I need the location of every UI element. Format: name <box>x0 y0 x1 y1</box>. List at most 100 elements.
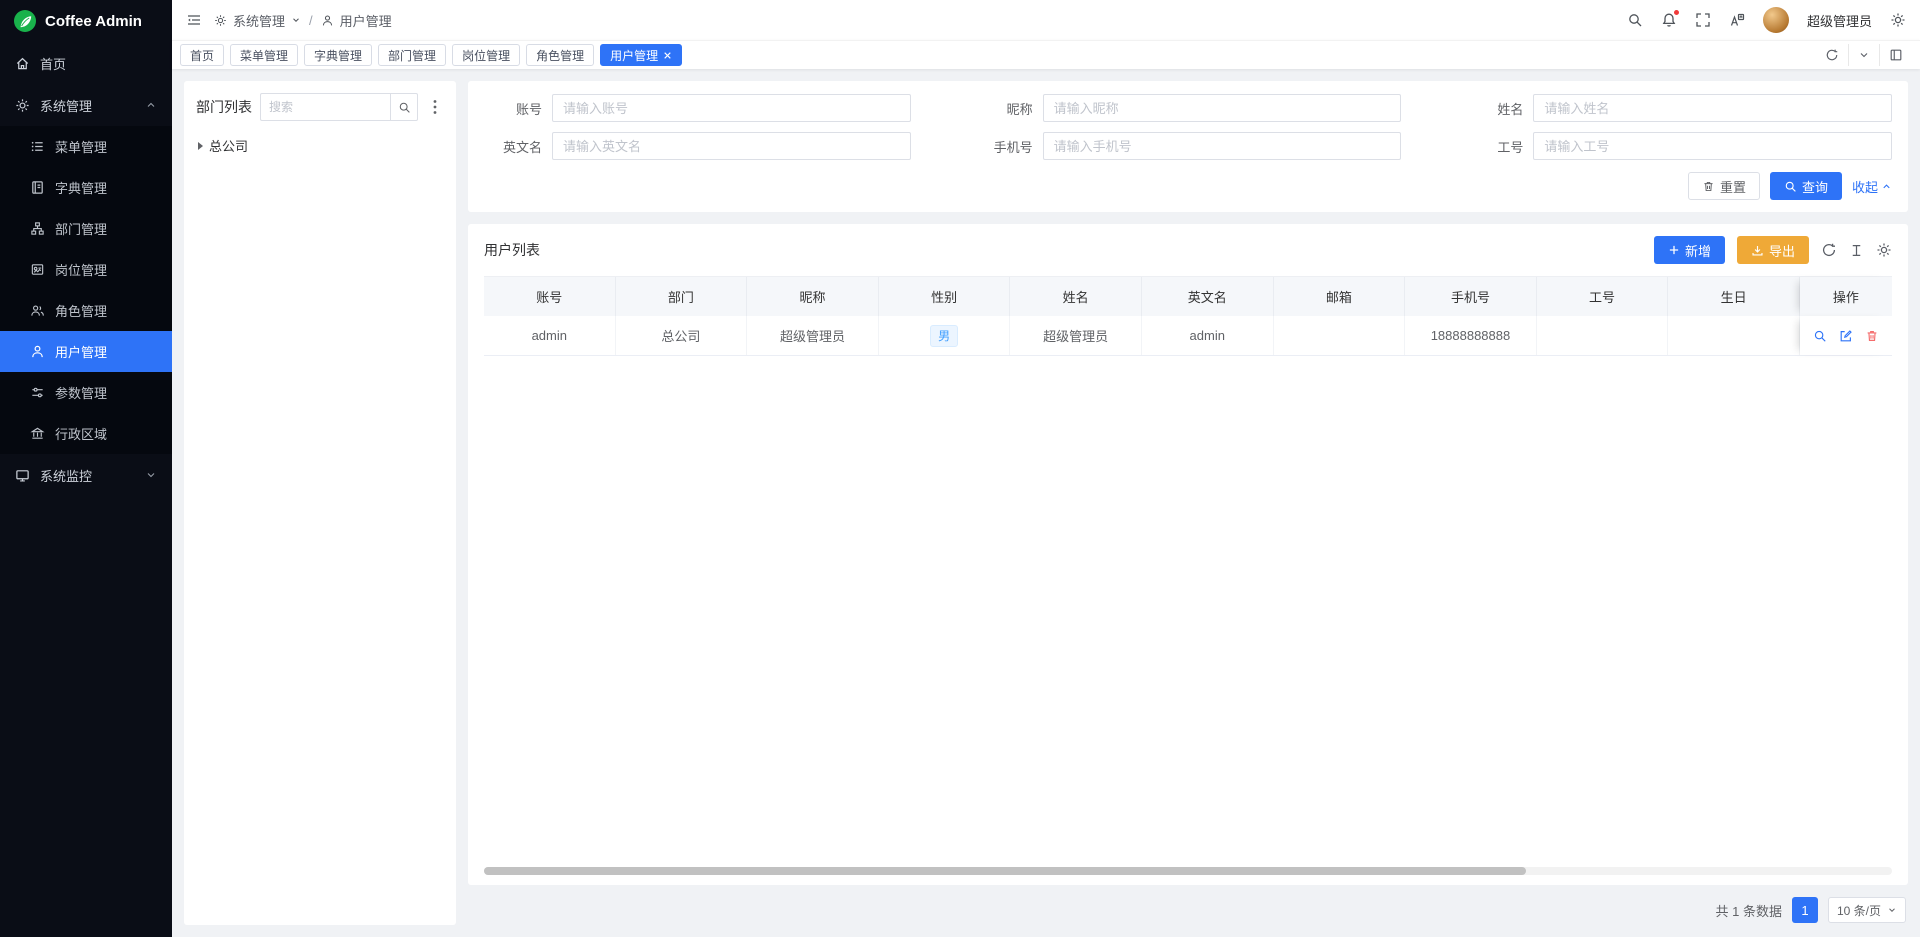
current-user-name[interactable]: 超级管理员 <box>1807 11 1872 30</box>
sidebar-item-admin-region[interactable]: 行政区域 <box>0 413 172 454</box>
sidebar-fold-icon[interactable] <box>186 12 202 28</box>
department-search-input[interactable] <box>260 93 390 121</box>
sidebar-item-role-management[interactable]: 角色管理 <box>0 290 172 331</box>
tab-post-management[interactable]: 岗位管理 <box>452 44 520 66</box>
pagination: 共 1 条数据 1 10 条/页 <box>468 897 1908 925</box>
reset-button[interactable]: 重置 <box>1688 172 1760 200</box>
field-label: 姓名 <box>1465 99 1523 118</box>
name-input[interactable] <box>1533 94 1892 122</box>
column-header: 部门 <box>616 277 748 316</box>
tab-label: 菜单管理 <box>240 47 288 64</box>
tab-label: 部门管理 <box>388 47 436 64</box>
tree-node-head-office[interactable]: 总公司 <box>196 133 444 158</box>
view-icon[interactable] <box>1813 329 1827 343</box>
tab-label: 角色管理 <box>536 47 584 64</box>
horizontal-scrollbar <box>484 867 1892 875</box>
department-search <box>260 93 418 121</box>
column-header: 手机号 <box>1405 277 1537 316</box>
table-row[interactable]: admin 总公司 超级管理员 男 超级管理员 admin 1888888888… <box>484 316 1892 356</box>
tab-user-management[interactable]: 用户管理 <box>600 44 682 66</box>
sidebar-item-label: 角色管理 <box>55 301 107 320</box>
row-density-icon[interactable] <box>1849 243 1864 258</box>
sidebar-item-system-monitor[interactable]: 系统监控 <box>0 454 172 496</box>
sidebar-item-menu-management[interactable]: 菜单管理 <box>0 126 172 167</box>
search-icon[interactable] <box>1627 12 1643 28</box>
chevron-up-icon <box>145 99 157 111</box>
cell-name: 超级管理员 <box>1010 316 1142 355</box>
column-header-actions: 操作 <box>1800 277 1892 316</box>
tab-label: 首页 <box>190 47 214 64</box>
notifications-bell-icon[interactable] <box>1661 12 1677 28</box>
cell-english-name: admin <box>1142 316 1274 355</box>
tab-label: 用户管理 <box>610 47 658 64</box>
sidebar-item-user-management[interactable]: 用户管理 <box>0 331 172 372</box>
tab-menu-management[interactable]: 菜单管理 <box>230 44 298 66</box>
tabs-chevron-down-icon[interactable] <box>1848 44 1879 66</box>
sidebar-item-home[interactable]: 首页 <box>0 42 172 84</box>
filter-field-phone: 手机号 <box>975 132 1402 160</box>
close-icon[interactable] <box>663 51 672 60</box>
refresh-icon[interactable] <box>1816 44 1848 66</box>
collapse-filters-link[interactable]: 收起 <box>1852 177 1892 196</box>
translate-icon[interactable] <box>1729 12 1745 28</box>
fullscreen-icon[interactable] <box>1695 12 1711 28</box>
cell-nickname: 超级管理员 <box>747 316 879 355</box>
department-search-button[interactable] <box>390 93 418 121</box>
filter-field-name: 姓名 <box>1465 94 1892 122</box>
search-button-label: 查询 <box>1802 177 1828 196</box>
tab-dict-management[interactable]: 字典管理 <box>304 44 372 66</box>
sidebar-item-label: 菜单管理 <box>55 137 107 156</box>
sidebar-item-dict-management[interactable]: 字典管理 <box>0 167 172 208</box>
job-number-input[interactable] <box>1533 132 1892 160</box>
add-user-button[interactable]: 新增 <box>1654 236 1725 264</box>
chevron-down-icon <box>291 15 301 25</box>
user-table-card: 用户列表 新增 导出 <box>468 224 1908 885</box>
delete-icon[interactable] <box>1865 329 1879 343</box>
column-settings-gear-icon[interactable] <box>1876 242 1892 258</box>
filter-field-job-number: 工号 <box>1465 132 1892 160</box>
field-label: 英文名 <box>484 137 542 156</box>
layout-icon[interactable] <box>1879 44 1912 66</box>
page-number-button[interactable]: 1 <box>1792 897 1818 923</box>
search-button[interactable]: 查询 <box>1770 172 1842 200</box>
sidebar-item-param-management[interactable]: 参数管理 <box>0 372 172 413</box>
account-input[interactable] <box>552 94 911 122</box>
filter-field-account: 账号 <box>484 94 911 122</box>
table-header-row: 账号 部门 昵称 性别 姓名 英文名 邮箱 手机号 工号 生日 操作 <box>484 276 1892 316</box>
nickname-input[interactable] <box>1043 94 1402 122</box>
download-icon <box>1751 244 1764 257</box>
app-root: Coffee Admin 首页 系统管理 菜单管理 字典管理 部门管理 <box>0 0 1920 937</box>
sliders-icon <box>30 385 45 400</box>
page-size-select[interactable]: 10 条/页 <box>1828 897 1906 923</box>
content-area: 部门列表 总公司 账号 <box>172 69 1920 937</box>
tab-label: 字典管理 <box>314 47 362 64</box>
edit-icon[interactable] <box>1839 329 1853 343</box>
avatar[interactable] <box>1763 7 1789 33</box>
filter-field-nickname: 昵称 <box>975 94 1402 122</box>
tab-dept-management[interactable]: 部门管理 <box>378 44 446 66</box>
refresh-icon[interactable] <box>1821 242 1837 258</box>
table-title: 用户列表 <box>484 240 540 260</box>
english-name-input[interactable] <box>552 132 911 160</box>
sidebar-item-system-management[interactable]: 系统管理 <box>0 84 172 126</box>
sidebar-item-post-management[interactable]: 岗位管理 <box>0 249 172 290</box>
breadcrumb-item[interactable]: 系统管理 <box>233 11 285 30</box>
sidebar-item-label: 字典管理 <box>55 178 107 197</box>
book-icon <box>30 180 45 195</box>
tab-role-management[interactable]: 角色管理 <box>526 44 594 66</box>
more-options-icon[interactable] <box>426 99 444 115</box>
field-label: 手机号 <box>975 137 1033 156</box>
settings-gear-icon[interactable] <box>1890 12 1906 28</box>
breadcrumb-item: 用户管理 <box>340 11 392 30</box>
tab-home[interactable]: 首页 <box>180 44 224 66</box>
column-header: 姓名 <box>1010 277 1142 316</box>
scrollbar-thumb[interactable] <box>484 867 1526 875</box>
department-panel-title: 部门列表 <box>196 97 252 117</box>
sidebar-item-dept-management[interactable]: 部门管理 <box>0 208 172 249</box>
caret-right-icon[interactable] <box>198 142 203 150</box>
phone-input[interactable] <box>1043 132 1402 160</box>
sidebar-item-label: 部门管理 <box>55 219 107 238</box>
notification-badge <box>1673 9 1680 16</box>
filter-grid: 账号 昵称 姓名 英文名 <box>484 94 1892 160</box>
export-button[interactable]: 导出 <box>1737 236 1809 264</box>
